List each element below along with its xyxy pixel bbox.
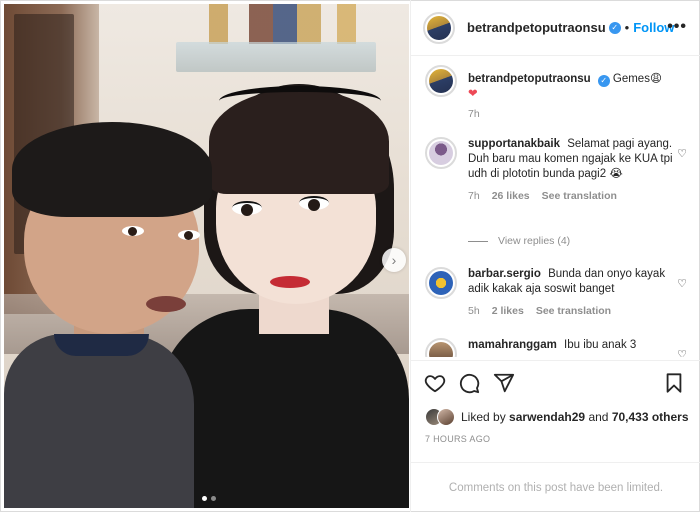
commenter-avatar[interactable] <box>425 267 457 299</box>
likes-summary[interactable]: Liked by sarwendah29 and 70,433 others <box>425 408 689 426</box>
liker-avatar <box>437 408 455 426</box>
liked-by-label: Liked by <box>461 410 506 424</box>
woman-figure <box>159 309 409 508</box>
liked-by-and: and <box>588 410 609 424</box>
post-timestamp[interactable]: 7 HOURS AGO <box>425 434 490 444</box>
paper-plane-icon[interactable] <box>493 372 515 394</box>
post-details-panel: betrandpetoputraonsu ✓ • Follow ••• betr… <box>410 0 700 512</box>
comments-limited-notice: Comments on this post have been limited. <box>411 462 700 512</box>
see-translation-link[interactable]: See translation <box>542 190 617 202</box>
caption-text: Gemes😩 <box>612 73 662 85</box>
view-replies-button[interactable]: View replies (4) <box>468 235 570 247</box>
author-username[interactable]: betrandpetoputraonsu <box>467 20 606 35</box>
commenter-avatar[interactable] <box>425 137 457 169</box>
comment-likes[interactable]: 26 likes <box>492 190 530 202</box>
background-shelf-items <box>209 4 369 44</box>
commenter-username[interactable]: mamahranggam <box>468 339 557 351</box>
glass-shelf <box>176 42 376 72</box>
action-bar <box>411 360 700 402</box>
comment-like-icon[interactable]: ♡ <box>677 348 687 357</box>
bookmark-icon[interactable] <box>663 372 685 394</box>
liked-by-others[interactable]: 70,433 others <box>612 410 689 424</box>
man-figure <box>4 334 194 508</box>
commenter-username[interactable]: barbar.sergio <box>468 268 541 280</box>
heart-icon[interactable] <box>424 372 446 394</box>
comment-icon[interactable] <box>458 372 480 394</box>
comment-item: barbar.sergio Bunda dan onyo kayak adik … <box>425 267 687 317</box>
post-caption: betrandpetoputraonsu ✓ Gemes😩 ❤ 7h <box>425 65 687 120</box>
commenter-username[interactable]: supportanakbaik <box>468 138 560 150</box>
author-avatar[interactable] <box>423 11 455 44</box>
comments-list[interactable]: betrandpetoputraonsu ✓ Gemes😩 ❤ 7h suppor… <box>411 57 700 357</box>
carousel-dots <box>202 496 216 501</box>
liked-by-user[interactable]: sarwendah29 <box>509 410 585 424</box>
verified-badge-icon: ✓ <box>608 21 621 34</box>
verified-badge-icon: ✓ <box>597 74 610 87</box>
see-translation-link[interactable]: See translation <box>536 305 611 317</box>
comment-like-icon[interactable]: ♡ <box>677 147 687 160</box>
more-options-icon[interactable]: ••• <box>667 18 687 36</box>
comment-text: Ibu ibu anak 3 <box>564 339 637 351</box>
comment-like-icon[interactable]: ♡ <box>677 277 687 290</box>
comment-time[interactable]: 5h <box>468 305 480 317</box>
caption-username[interactable]: betrandpetoputraonsu <box>468 73 591 85</box>
caption-heart: ❤ <box>468 88 478 100</box>
caption-time[interactable]: 7h <box>468 108 480 120</box>
post-photo[interactable]: › <box>4 4 409 508</box>
carousel-dot-active <box>202 496 207 501</box>
chevron-right-icon[interactable]: › <box>382 248 406 272</box>
post-header: betrandpetoputraonsu ✓ • Follow ••• <box>411 0 700 56</box>
carousel-dot <box>211 496 216 501</box>
comment-time[interactable]: 7h <box>468 190 480 202</box>
header-separator: • <box>624 20 630 35</box>
comment-item: supportanakbaik Selamat pagi ayang. Duh … <box>425 137 687 202</box>
caption-avatar[interactable] <box>425 65 457 97</box>
commenter-avatar[interactable] <box>425 338 457 357</box>
comment-likes[interactable]: 2 likes <box>492 305 524 317</box>
comment-item: mamahranggam Ibu ibu anak 3 ♡ <box>425 338 687 357</box>
